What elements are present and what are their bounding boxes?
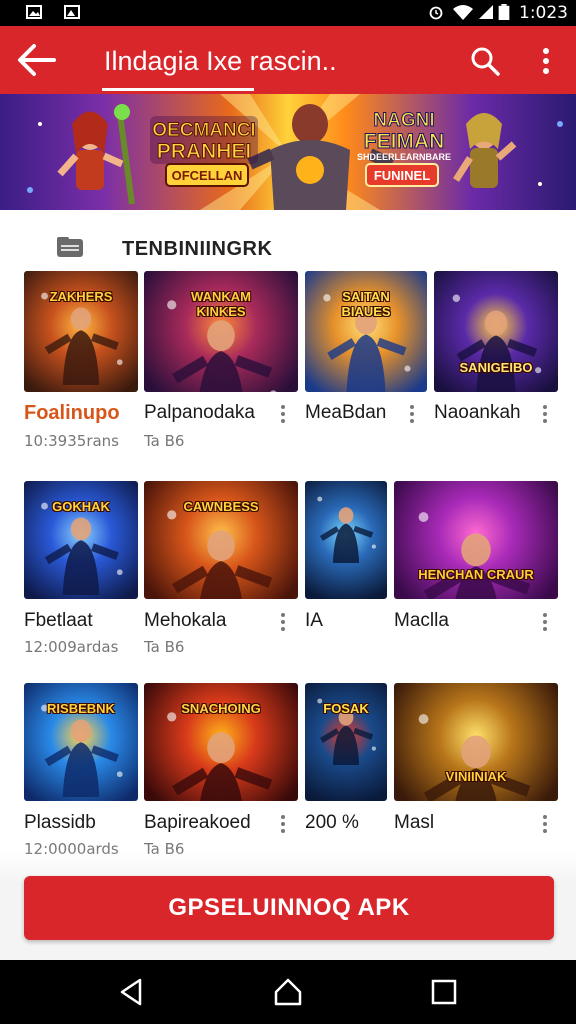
system-nav-bar <box>0 960 576 1024</box>
game-title[interactable]: Mehokala <box>144 610 226 632</box>
svg-text:OFCELLAN: OFCELLAN <box>172 168 243 183</box>
status-bar: 1:023 <box>0 0 576 26</box>
svg-text:NAGNI: NAGNI <box>373 110 434 131</box>
svg-text:FEIMAN: FEIMAN <box>364 130 445 153</box>
game-thumbnail[interactable]: VINIINIAK <box>394 683 558 801</box>
game-art-title: SAITAN BIAUES <box>341 289 391 319</box>
banner-pill-left: OFCELLAN <box>165 163 249 187</box>
signal-icon <box>479 5 493 19</box>
more-options-icon[interactable] <box>539 403 551 425</box>
more-options-icon[interactable] <box>277 813 289 835</box>
more-options-icon[interactable] <box>277 611 289 633</box>
svg-text:OECMANCI: OECMANCI <box>152 120 255 141</box>
game-thumbnail[interactable]: RISBEBNK <box>24 683 138 801</box>
game-title[interactable]: Masl <box>394 812 434 834</box>
app-bar: Ilndagia Ixe rascin.. <box>0 26 576 94</box>
more-options-icon[interactable] <box>406 403 418 425</box>
wifi-icon <box>453 5 473 20</box>
game-title[interactable]: IA <box>305 610 323 632</box>
back-triangle-icon[interactable] <box>116 976 148 1008</box>
download-apk-button[interactable]: GPSELUINNOQ APK <box>24 876 554 940</box>
svg-text:PRANHEI: PRANHEI <box>157 140 252 163</box>
more-options-icon[interactable] <box>539 611 551 633</box>
battery-icon <box>498 4 510 20</box>
game-art-title: HENCHAN CRAUR <box>418 567 534 583</box>
banner-logo-right: NAGNI FEIMAN SHDEERLEARNBARE <box>357 110 451 163</box>
game-meta: 12:009ardas <box>24 638 119 656</box>
game-thumbnail[interactable]: FOSAK <box>305 683 387 801</box>
game-thumbnail[interactable]: SANIGEIBO <box>434 271 558 392</box>
game-title[interactable]: Bapireakoed <box>144 812 251 834</box>
game-title[interactable]: 200 % <box>305 812 359 834</box>
game-art-title: CAWNBESS <box>183 498 259 514</box>
banner-logo-left: OECMANCI PRANHEI <box>150 116 258 164</box>
more-options-icon[interactable] <box>277 403 289 425</box>
game-art-title: VINIINIAK <box>445 769 507 785</box>
game-art-title: GOKHAK <box>52 498 110 514</box>
game-meta: Ta B6 <box>144 432 185 450</box>
game-art <box>317 496 376 563</box>
game-title[interactable]: Plassidb <box>24 812 96 834</box>
game-thumbnail[interactable]: HENCHAN CRAUR <box>394 481 558 599</box>
svg-text:FUNINEL: FUNINEL <box>374 168 430 183</box>
folder-icon <box>57 237 83 257</box>
page-title: Ilndagia Ixe rascin.. <box>104 46 337 76</box>
clock: 1:023 <box>519 3 568 23</box>
section-title: TENBINIINGRK <box>122 238 273 260</box>
banner-artwork: OECMANCI PRANHEI OFCELLAN NAGNI FEIMAN S… <box>27 94 563 210</box>
more-vert-icon[interactable] <box>534 44 558 78</box>
game-meta: Ta B6 <box>144 638 185 656</box>
game-thumbnail[interactable]: SNACHOING <box>144 683 298 801</box>
search-icon[interactable] <box>468 44 502 78</box>
recents-square-icon[interactable] <box>428 976 460 1008</box>
alarm-icon <box>429 6 443 20</box>
image-icon <box>26 5 42 19</box>
game-meta: 10:3935rans <box>24 432 119 450</box>
gallery-icon <box>64 5 80 19</box>
svg-text:SHDEERLEARNBARE: SHDEERLEARNBARE <box>357 152 451 162</box>
game-thumbnail[interactable]: WANKAM KINKES <box>144 271 298 392</box>
game-thumbnail[interactable] <box>305 481 387 599</box>
game-art-title: WANKAM KINKES <box>191 289 251 319</box>
game-thumbnail[interactable]: ZAKHERS <box>24 271 138 392</box>
game-thumbnail[interactable]: SAITAN BIAUES <box>305 271 427 392</box>
game-thumbnail[interactable]: CAWNBESS <box>144 481 298 599</box>
home-icon[interactable] <box>272 976 304 1008</box>
title-underline <box>102 88 254 91</box>
game-art <box>317 698 376 765</box>
game-art-title: FOSAK <box>323 700 369 716</box>
game-title[interactable]: Fbetlaat <box>24 610 93 632</box>
more-options-icon[interactable] <box>539 813 551 835</box>
game-title[interactable]: Maclla <box>394 610 449 632</box>
game-thumbnail[interactable]: GOKHAK <box>24 481 138 599</box>
game-title[interactable]: MeaBdan <box>305 402 386 424</box>
game-title[interactable]: Foalinupo <box>24 402 120 425</box>
game-title[interactable]: Naoankah <box>434 402 521 424</box>
back-arrow-icon[interactable] <box>14 40 58 80</box>
promo-banner[interactable]: OECMANCI PRANHEI OFCELLAN NAGNI FEIMAN S… <box>0 94 576 210</box>
game-art-title: SNACHOING <box>181 700 261 716</box>
game-title[interactable]: Palpanodaka <box>144 402 255 424</box>
game-art-title: RISBEBNK <box>47 700 115 716</box>
game-art-title: SANIGEIBO <box>459 359 533 375</box>
game-art <box>41 292 123 385</box>
banner-pill-right: FUNINEL <box>365 163 439 187</box>
game-art-title: ZAKHERS <box>49 289 113 305</box>
